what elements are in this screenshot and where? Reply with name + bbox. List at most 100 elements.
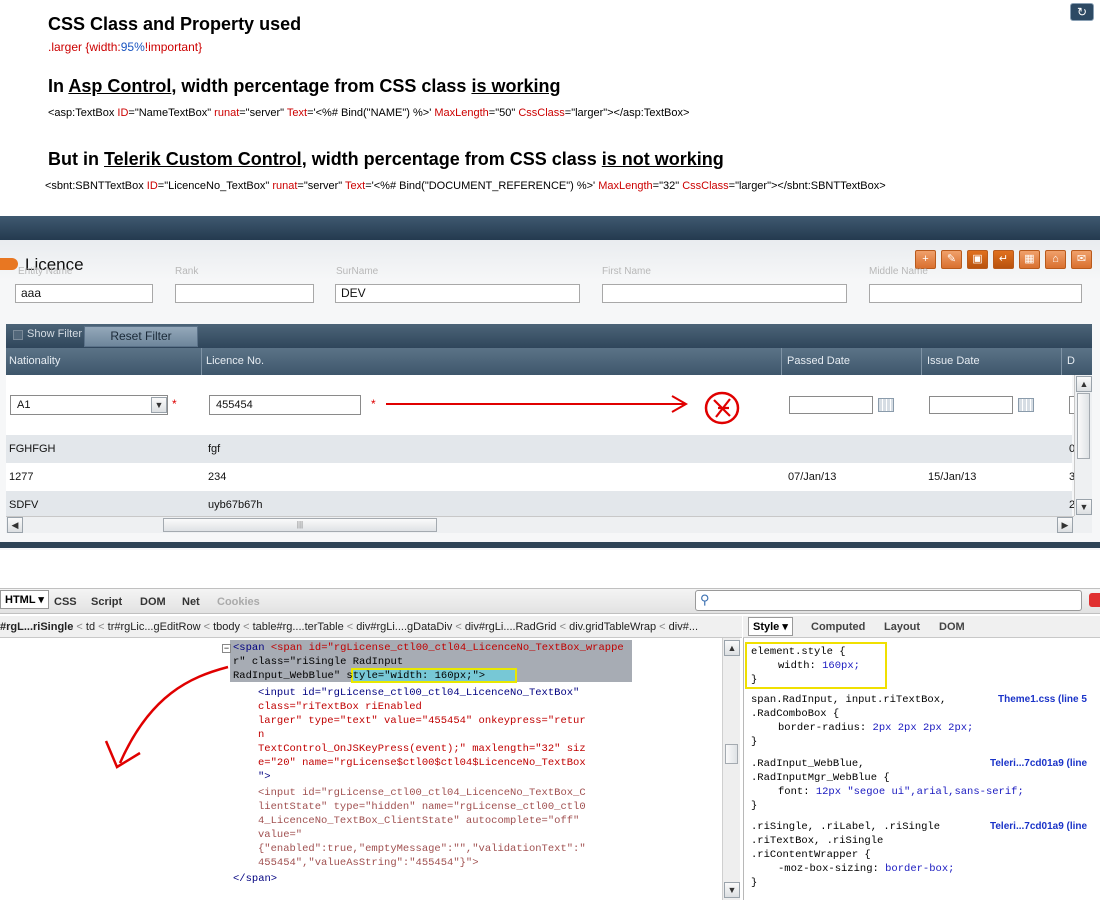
licence-tag-icon bbox=[0, 258, 18, 270]
html-code-line: lientState" type="hidden" name="rgLicens… bbox=[258, 801, 586, 813]
building-icon[interactable]: ⌂ bbox=[1045, 250, 1066, 269]
css-property: border-radius: 2px 2px 2px 2px; bbox=[778, 722, 974, 734]
tab-dom[interactable]: DOM bbox=[939, 621, 965, 633]
scroll-up-icon[interactable]: ▲ bbox=[1076, 376, 1092, 392]
html-code-line: n bbox=[258, 729, 265, 741]
scroll-down-icon[interactable]: ▼ bbox=[1076, 499, 1092, 515]
css-property: -moz-box-sizing: border-box; bbox=[778, 863, 955, 875]
calendar-icon[interactable] bbox=[878, 398, 894, 412]
html-code-line: <span <span id="rgLicense_ctl00_ctl04_Li… bbox=[233, 642, 624, 654]
breadcrumb-item[interactable]: div#rgLi....RadGrid bbox=[465, 621, 557, 633]
grid-horizontal-scrollbar[interactable]: ◀ ||| ▶ bbox=[6, 516, 1074, 533]
column-header-licence-no[interactable]: Licence No. bbox=[203, 348, 782, 375]
breadcrumb-item[interactable]: #rgL...riSingle bbox=[0, 621, 73, 633]
scroll-left-icon[interactable]: ◀ bbox=[7, 517, 23, 533]
tab-computed[interactable]: Computed bbox=[811, 621, 865, 633]
breadcrumb-item[interactable]: div.gridTableWrap bbox=[569, 621, 656, 633]
calendar-icon[interactable] bbox=[1018, 398, 1034, 412]
html-code-line: <input id="rgLicense_ctl00_ctl04_Licence… bbox=[258, 687, 580, 699]
breadcrumb-item[interactable]: tbody bbox=[213, 621, 240, 633]
breadcrumb-item[interactable]: table#rg....terTable bbox=[253, 621, 344, 633]
firebug-search-input[interactable] bbox=[695, 590, 1082, 611]
html-code-line: e="20" name="rgLicense$ctl00$ctl04$Licen… bbox=[258, 757, 586, 769]
annotation-mark bbox=[713, 398, 731, 418]
entity-name-input[interactable]: aaa bbox=[15, 284, 153, 303]
sbnt-code-line: <sbnt:SBNTTextBox ID="LicenceNo_TextBox"… bbox=[45, 180, 886, 192]
html-code-line: TextControl_OnJSKeyPress(event);" maxlen… bbox=[258, 743, 586, 755]
middle-name-input[interactable] bbox=[869, 284, 1082, 303]
scroll-down-icon[interactable]: ▼ bbox=[724, 882, 740, 898]
tab-layout[interactable]: Layout bbox=[884, 621, 920, 633]
close-icon[interactable] bbox=[1089, 593, 1100, 607]
html-code-line: 4_LicenceNo_TextBox_ClientState" autocom… bbox=[258, 815, 580, 827]
html-code-line: r" class="riSingle RadInput bbox=[233, 656, 404, 668]
column-header-issue-date[interactable]: Issue Date bbox=[924, 348, 1062, 375]
scroll-up-icon[interactable]: ▲ bbox=[724, 640, 740, 656]
heading-telerik-not-working: But in Telerik Custom Control, width per… bbox=[48, 149, 724, 169]
html-panel-scrollbar[interactable]: ▲ ▼ bbox=[722, 638, 740, 900]
table-row[interactable]: 1277 234 07/Jan/13 15/Jan/13 3 bbox=[6, 463, 1075, 491]
html-code-line: 455454","valueAsString":"455454"}"> bbox=[258, 857, 479, 869]
collapse-icon[interactable]: − bbox=[222, 644, 231, 653]
tab-css[interactable]: CSS bbox=[54, 596, 77, 608]
reset-filter-button[interactable]: Reset Filter bbox=[84, 326, 198, 347]
css-rule-selector: .RadInput_WebBlue, .RadInputMgr_WebBlue … bbox=[751, 758, 890, 784]
css-rule-close: } bbox=[751, 736, 758, 748]
surname-input[interactable]: DEV bbox=[335, 284, 580, 303]
mail-icon[interactable]: ✉ bbox=[1071, 250, 1092, 269]
licence-no-input[interactable]: 455454 bbox=[209, 395, 361, 415]
breadcrumb: #rgL...riSingle < td < tr#rgLic...gEditR… bbox=[0, 616, 742, 638]
breadcrumb-item[interactable]: div#rgLi....gDataDiv bbox=[356, 621, 452, 633]
column-header-d[interactable]: D bbox=[1064, 348, 1092, 375]
column-header-nationality[interactable]: Nationality bbox=[6, 348, 202, 375]
field-label-rank: Rank bbox=[175, 266, 199, 277]
table-row[interactable]: SDFV uyb67b67h 2 bbox=[6, 491, 1075, 516]
css-rule-selector: .riSingle, .riLabel, .riSingle .riTextBo… bbox=[751, 821, 941, 861]
breadcrumb-item[interactable]: div#... bbox=[669, 621, 698, 633]
refresh-icon[interactable]: ↻ bbox=[1070, 3, 1094, 21]
tab-html[interactable]: HTML ▾ bbox=[0, 590, 49, 609]
css-source-link[interactable]: Teleri...7cd01a9 (line bbox=[990, 821, 1087, 832]
annotation-arrow bbox=[386, 391, 740, 425]
annotation-arrow-curved bbox=[104, 665, 229, 769]
tab-style[interactable]: Style ▾ bbox=[748, 617, 793, 636]
css-property: font: 12px "segoe ui",arial,sans-serif; bbox=[778, 786, 1024, 798]
breadcrumb-item[interactable]: tr#rgLic...gEditRow bbox=[108, 621, 201, 633]
field-label-middle-name: Middle Name bbox=[869, 266, 928, 277]
field-label-entity-name: Entity Name bbox=[18, 266, 73, 277]
passed-date-input[interactable] bbox=[789, 396, 873, 414]
css-rule-close: } bbox=[751, 674, 758, 686]
image-icon[interactable]: ▦ bbox=[1019, 250, 1040, 269]
html-code-line: "> bbox=[258, 771, 271, 783]
css-rule-selector: element.style { bbox=[751, 646, 846, 658]
tab-net[interactable]: Net bbox=[182, 596, 200, 608]
html-code-line: <input id="rgLicense_ctl00_ctl04_Licence… bbox=[258, 787, 586, 799]
scroll-thumb[interactable] bbox=[725, 744, 738, 764]
css-rule-close: } bbox=[751, 800, 758, 812]
import-icon[interactable]: ↵ bbox=[993, 250, 1014, 269]
css-source-link[interactable]: Theme1.css (line 5 bbox=[998, 694, 1087, 705]
edit-icon[interactable]: ✎ bbox=[941, 250, 962, 269]
show-filter-checkbox[interactable] bbox=[13, 330, 23, 340]
breadcrumb-item[interactable]: td bbox=[86, 621, 95, 633]
grid-vertical-scrollbar[interactable]: ▲ ▼ bbox=[1074, 375, 1092, 516]
nationality-combobox[interactable]: A1 bbox=[10, 395, 168, 415]
save-icon[interactable]: ▣ bbox=[967, 250, 988, 269]
first-name-input[interactable] bbox=[602, 284, 847, 303]
annotation-curve bbox=[118, 665, 229, 764]
tab-cookies[interactable]: Cookies bbox=[217, 596, 260, 608]
field-label-surname: SurName bbox=[336, 266, 379, 277]
heading-asp-working: In Asp Control, width percentage from CS… bbox=[48, 76, 561, 96]
css-source-link[interactable]: Teleri...7cd01a9 (line bbox=[990, 758, 1087, 769]
tab-script[interactable]: Script bbox=[91, 596, 122, 608]
column-header-passed-date[interactable]: Passed Date bbox=[784, 348, 922, 375]
chevron-down-icon[interactable]: ▼ bbox=[151, 397, 167, 413]
scroll-thumb[interactable] bbox=[1077, 393, 1090, 459]
rank-input[interactable] bbox=[175, 284, 314, 303]
table-row[interactable]: FGHFGH fgf 0 bbox=[6, 435, 1075, 463]
scroll-thumb[interactable]: ||| bbox=[163, 518, 437, 532]
tab-dom[interactable]: DOM bbox=[140, 596, 166, 608]
scroll-right-icon[interactable]: ▶ bbox=[1057, 517, 1073, 533]
issue-date-input[interactable] bbox=[929, 396, 1013, 414]
panel-bottom-border bbox=[0, 542, 1100, 548]
